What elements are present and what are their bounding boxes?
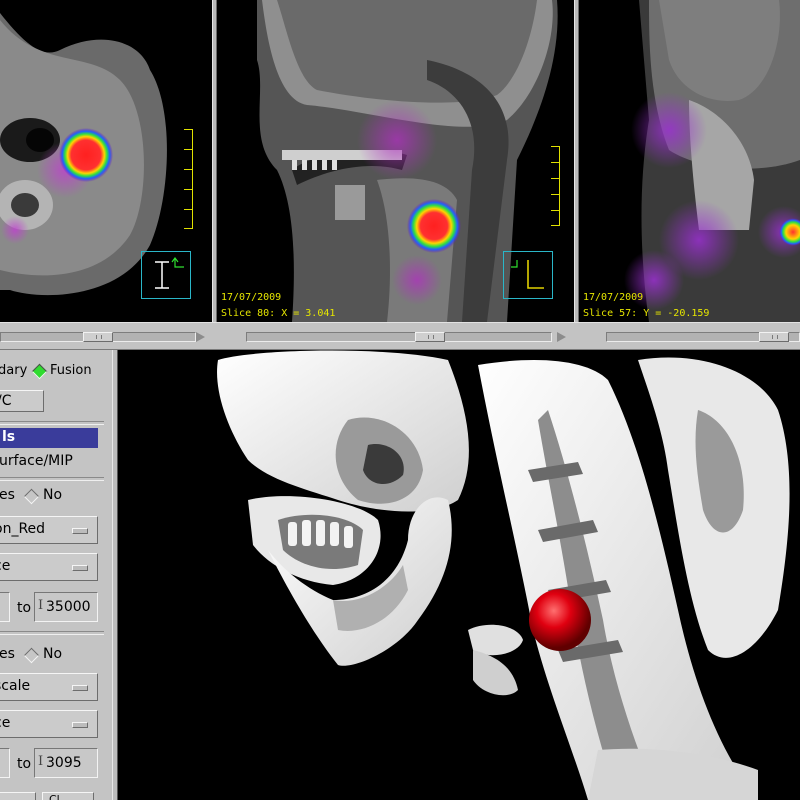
ibeam-icon: I xyxy=(38,754,44,769)
toggle1-yes-label[interactable]: es xyxy=(0,487,15,503)
patient-orientation-icon xyxy=(155,257,184,289)
triangle-right-icon[interactable] xyxy=(196,332,205,342)
bottom-right-button[interactable]: Cl xyxy=(42,792,94,800)
bottom-left-button[interactable] xyxy=(0,792,36,800)
divider xyxy=(0,421,104,425)
axial-viewport[interactable] xyxy=(0,0,212,322)
coronal-slice-scrollbar[interactable] xyxy=(606,332,800,342)
divider xyxy=(0,477,104,481)
patient-orientation-icon xyxy=(511,260,544,289)
diamond-radio-off[interactable] xyxy=(23,488,40,505)
range2-to-label: to xyxy=(17,756,32,772)
ibeam-icon: I xyxy=(38,598,44,613)
orientation-marker-sagittal xyxy=(503,251,553,299)
bottom-button-label: Cl xyxy=(49,793,60,800)
scale-ruler xyxy=(547,146,560,226)
study-date: 17/07/2009 xyxy=(221,292,282,303)
range1-to-label: to xyxy=(17,600,32,616)
diamond-radio-off[interactable] xyxy=(23,647,40,664)
range1-min-field[interactable] xyxy=(0,592,10,622)
colormap1-menu[interactable]: on_Red xyxy=(0,516,98,544)
range1-max-field[interactable]: I 35000 xyxy=(34,592,98,622)
triangle-right-icon[interactable] xyxy=(557,332,566,342)
scale-ruler xyxy=(180,129,193,229)
3d-surface-render xyxy=(217,350,790,800)
radio-boundary-label[interactable]: dary xyxy=(0,363,27,378)
scrollbar-thumb[interactable] xyxy=(83,332,113,342)
diamond-radio-on[interactable] xyxy=(31,363,48,380)
mode2-value: ce xyxy=(0,715,11,731)
3d-render-view[interactable] xyxy=(118,350,800,800)
study-date: 17/07/2009 xyxy=(583,292,644,303)
mode2-menu[interactable]: ce xyxy=(0,710,98,738)
sagittal-viewport[interactable]: 17/07/2009 Slice 80: X = 3.041 xyxy=(217,0,574,322)
vc-button-label: /C xyxy=(0,393,12,409)
colormap2-value: scale xyxy=(0,678,31,694)
sagittal-slice-scrollbar[interactable] xyxy=(246,332,552,342)
axial-slice-scrollbar[interactable] xyxy=(0,332,196,342)
range2-min-field[interactable] xyxy=(0,748,10,778)
render-control-panel: dary Fusion /C ls urface/MIP es No on_Re… xyxy=(0,350,112,800)
toggle2-no-label[interactable]: No xyxy=(43,646,62,662)
scrollbar-thumb[interactable] xyxy=(415,332,445,342)
divider xyxy=(0,631,104,635)
toggle2-yes-label[interactable]: es xyxy=(0,646,15,662)
slice-info: Slice 57: Y = -20.159 xyxy=(583,308,710,319)
range1-max-value: 35000 xyxy=(46,599,91,615)
colormap2-menu[interactable]: scale xyxy=(0,673,98,701)
section-header-label: ls xyxy=(2,429,16,445)
slice-scrollbar-strip xyxy=(0,322,800,350)
option-menu-indicator-icon xyxy=(72,685,88,691)
section-header[interactable]: ls xyxy=(0,428,98,448)
coronal-viewport[interactable]: 17/07/2009 Slice 57: Y = -20.159 xyxy=(579,0,800,322)
range2-max-field[interactable]: I 3095 xyxy=(34,748,98,778)
mode1-value: ce xyxy=(0,558,11,574)
radio-fusion-label[interactable]: Fusion xyxy=(50,363,92,378)
option-menu-indicator-icon xyxy=(72,565,88,571)
render-mode-label[interactable]: urface/MIP xyxy=(0,453,73,469)
mode1-menu[interactable]: ce xyxy=(0,553,98,581)
scrollbar-thumb[interactable] xyxy=(759,332,789,342)
range2-max-value: 3095 xyxy=(46,755,82,771)
option-menu-indicator-icon xyxy=(72,722,88,728)
coronal-image xyxy=(624,0,800,322)
orientation-marker-axial xyxy=(141,251,191,299)
slice-info: Slice 80: X = 3.041 xyxy=(221,308,336,319)
option-menu-indicator-icon xyxy=(72,528,88,534)
colormap1-value: on_Red xyxy=(0,521,46,537)
toggle1-no-label[interactable]: No xyxy=(43,487,62,503)
vc-button[interactable]: /C xyxy=(0,390,44,412)
